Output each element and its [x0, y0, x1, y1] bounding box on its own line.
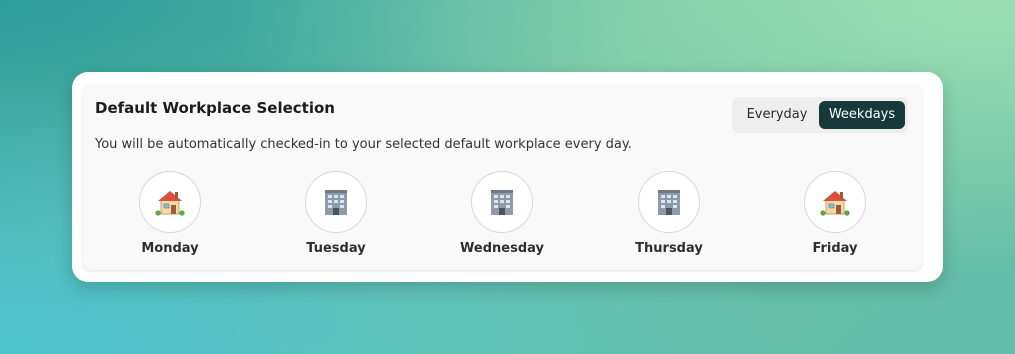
day-label-tuesday: Tuesday: [306, 241, 366, 256]
weekdays-toggle-button[interactable]: Weekdays: [819, 101, 905, 129]
workplace-button-thursday[interactable]: [638, 171, 700, 233]
office-building-icon: [658, 190, 680, 215]
day-friday: Friday: [780, 171, 890, 256]
day-wednesday: Wednesday: [447, 171, 557, 256]
office-building-icon: [325, 190, 347, 215]
schedule-toggle: Everyday Weekdays: [732, 97, 908, 133]
day-label-friday: Friday: [812, 241, 858, 256]
workplace-selection-panel: Default Workplace Selection You will be …: [83, 85, 922, 270]
everyday-toggle-button[interactable]: Everyday: [738, 101, 816, 129]
day-thursday: Thursday: [614, 171, 724, 256]
workplace-button-tuesday[interactable]: [305, 171, 367, 233]
house-icon: [820, 191, 850, 216]
house-icon: [155, 191, 185, 216]
workplace-selection-card: Default Workplace Selection You will be …: [72, 72, 943, 282]
day-label-thursday: Thursday: [635, 241, 703, 256]
workplace-button-wednesday[interactable]: [471, 171, 533, 233]
panel-title: Default Workplace Selection: [95, 99, 335, 117]
workplace-button-friday[interactable]: [804, 171, 866, 233]
day-tuesday: Tuesday: [281, 171, 391, 256]
day-label-monday: Monday: [141, 241, 199, 256]
day-label-wednesday: Wednesday: [460, 241, 544, 256]
office-building-icon: [491, 190, 513, 215]
panel-description: You will be automatically checked-in to …: [95, 137, 632, 152]
day-monday: Monday: [115, 171, 225, 256]
workplace-button-monday[interactable]: [139, 171, 201, 233]
